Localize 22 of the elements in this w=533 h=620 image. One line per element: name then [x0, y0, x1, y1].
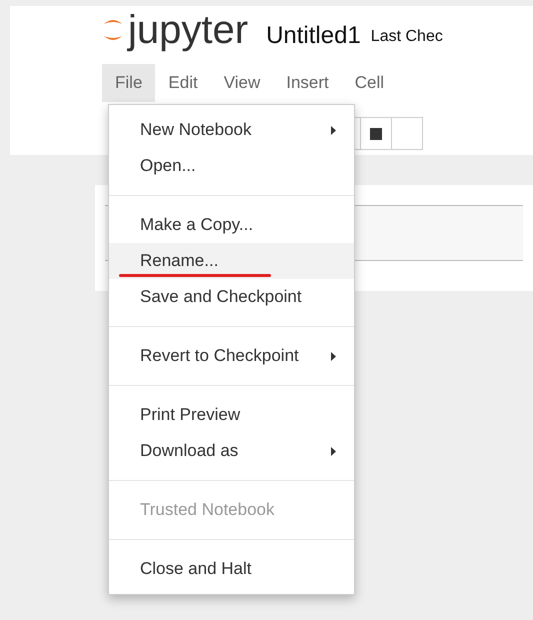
menu-bar-item[interactable]: Edit	[155, 64, 211, 102]
menu-item[interactable]: Revert to Checkpoint	[109, 338, 354, 374]
caret-icon	[331, 446, 336, 456]
menu-item[interactable]: Open...	[109, 148, 354, 184]
menu-item[interactable]: Rename...	[109, 243, 354, 279]
checkpoint-status: Last Chec	[370, 27, 443, 47]
menu-bar-item[interactable]: Insert	[273, 64, 342, 102]
menu-item[interactable]: Make a Copy...	[109, 207, 354, 243]
caret-icon	[331, 352, 336, 360]
menu-item[interactable]: New Notebook	[109, 112, 354, 148]
caret-icon	[331, 126, 336, 134]
menu-bar-item[interactable]: File	[102, 64, 156, 102]
notebook-title[interactable]: Untitled1	[266, 22, 361, 50]
menu-item[interactable]: Download as	[109, 433, 354, 469]
menu-bar-item[interactable]: Cell	[342, 64, 398, 102]
stop-button[interactable]	[361, 117, 392, 150]
menu-bar-item[interactable]: View	[210, 64, 274, 102]
stop-icon	[370, 128, 382, 140]
menu-item[interactable]: Print Preview	[109, 397, 354, 433]
menu-item[interactable]: Close and Halt	[109, 551, 354, 587]
logo-text: jupyter	[128, 10, 248, 50]
menu-item[interactable]: Save and Checkpoint	[109, 279, 354, 315]
